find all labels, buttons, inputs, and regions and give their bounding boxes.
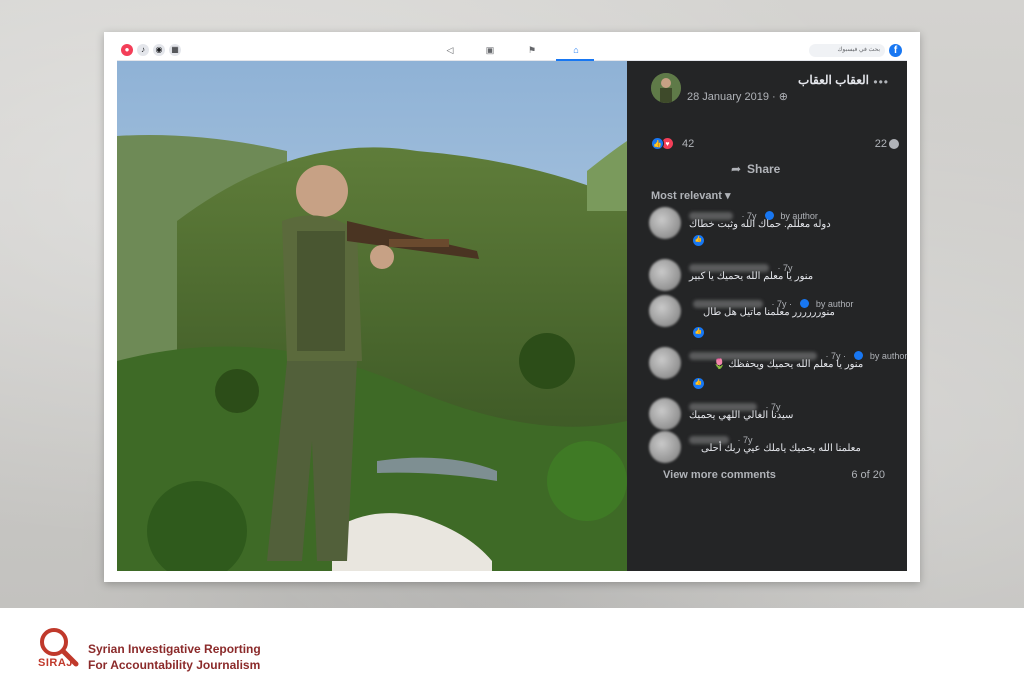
- comment-header: · 7y: [689, 398, 780, 412]
- author-avatar[interactable]: [651, 73, 681, 103]
- commenter-avatar[interactable]: [649, 431, 681, 463]
- comment-count[interactable]: 22: [875, 138, 887, 150]
- messenger-icon[interactable]: ◉: [153, 44, 165, 56]
- more-options-icon[interactable]: •••: [873, 75, 889, 89]
- share-button[interactable]: Share: [747, 162, 780, 176]
- comment-text: سيدنا الغالي اللهي يحميك: [689, 410, 794, 421]
- home-tab-icon[interactable]: ⌂: [569, 44, 583, 56]
- like-reaction-icon: 👍: [693, 327, 704, 338]
- comment-text: منورررررر معلمنا ماتيل هل طال: [703, 307, 835, 318]
- like-reaction-icon: 👍: [693, 378, 704, 389]
- post-date[interactable]: 28 January 2019 · ⊕: [687, 90, 788, 103]
- marketplace-tab-icon[interactable]: ▣: [483, 44, 497, 56]
- bell-icon[interactable]: ♪: [137, 44, 149, 56]
- comment-text: دوله معللم. حماك الله وثبت خطاك: [689, 219, 831, 230]
- post-photo[interactable]: [117, 61, 627, 571]
- comments-pager: 6 of 20: [851, 469, 885, 481]
- comment-text: منور يا معلم الله يحميك ويحفظك 🌷: [713, 359, 864, 370]
- comment-header: · 7y: [689, 431, 752, 445]
- notification-avatar-icon[interactable]: ●: [121, 44, 133, 56]
- comment-header: · 7y: [689, 259, 792, 273]
- comment-header: · 7y · by author: [689, 347, 908, 361]
- globe-icon: ⊕: [778, 91, 788, 103]
- share-arrow-icon: ➦: [731, 162, 742, 176]
- commenter-avatar[interactable]: [649, 259, 681, 291]
- comment-item: · 7y · by author منور يا معلم الله يحميك…: [649, 347, 907, 389]
- siraj-logo-text: SIRAJ: [38, 657, 73, 669]
- org-name-line2: For Accountability Journalism: [88, 658, 261, 672]
- comment-header: · 7y by author: [689, 207, 818, 221]
- facebook-topbar: ● ♪ ◉ ▦ ◁ ▣ ⚑ ⌂ بحث في فيسبوك f: [117, 40, 907, 61]
- comment-text: معلمنا الله يحميك ياملك عيي ربك أحلى: [701, 443, 861, 454]
- view-more-comments-link[interactable]: View more comments: [663, 469, 776, 481]
- comment-item: · 7y سيدنا الغالي اللهي يحميك: [649, 398, 899, 430]
- commenter-avatar[interactable]: [649, 207, 681, 239]
- comment-header: · 7y · by author: [693, 295, 853, 309]
- reaction-count[interactable]: 42: [682, 138, 694, 150]
- gaming-tab-icon[interactable]: ◁: [443, 44, 457, 56]
- post-details-panel: العقاب العقاب 28 January 2019 · ⊕ ••• 👍 …: [627, 61, 907, 571]
- menu-grid-icon[interactable]: ▦: [169, 44, 181, 56]
- like-reaction-icon: 👍: [651, 137, 664, 150]
- comment-item: · 7y by author دوله معللم. حماك الله وثب…: [649, 207, 899, 249]
- comment-bubble-icon: [889, 139, 899, 149]
- facebook-logo-icon[interactable]: f: [889, 44, 902, 57]
- like-reaction-icon: 👍: [693, 235, 704, 246]
- post-date-text: 28 January 2019 ·: [687, 91, 776, 103]
- comment-text: منور يا معلم الله يحميك يا كبير: [689, 271, 814, 282]
- commenter-avatar[interactable]: [649, 295, 681, 327]
- commenter-avatar[interactable]: [649, 347, 681, 379]
- comment-sort-dropdown[interactable]: Most relevant ▾: [651, 189, 731, 202]
- comment-item: · 7y · by author منورررررر معلمنا ماتيل …: [649, 295, 899, 338]
- search-input[interactable]: بحث في فيسبوك: [809, 44, 885, 57]
- commenter-avatar[interactable]: [649, 398, 681, 430]
- author-badge-label: by author: [869, 350, 908, 361]
- avatar-image: [651, 73, 681, 103]
- org-name-line1: Syrian Investigative Reporting: [88, 642, 261, 656]
- author-name[interactable]: العقاب العقاب: [798, 73, 869, 87]
- photo-landscape-image: [117, 61, 627, 571]
- pages-tab-icon[interactable]: ⚑: [525, 44, 539, 56]
- comment-item: · 7y معلمنا الله يحميك ياملك عيي ربك أحل…: [649, 431, 899, 463]
